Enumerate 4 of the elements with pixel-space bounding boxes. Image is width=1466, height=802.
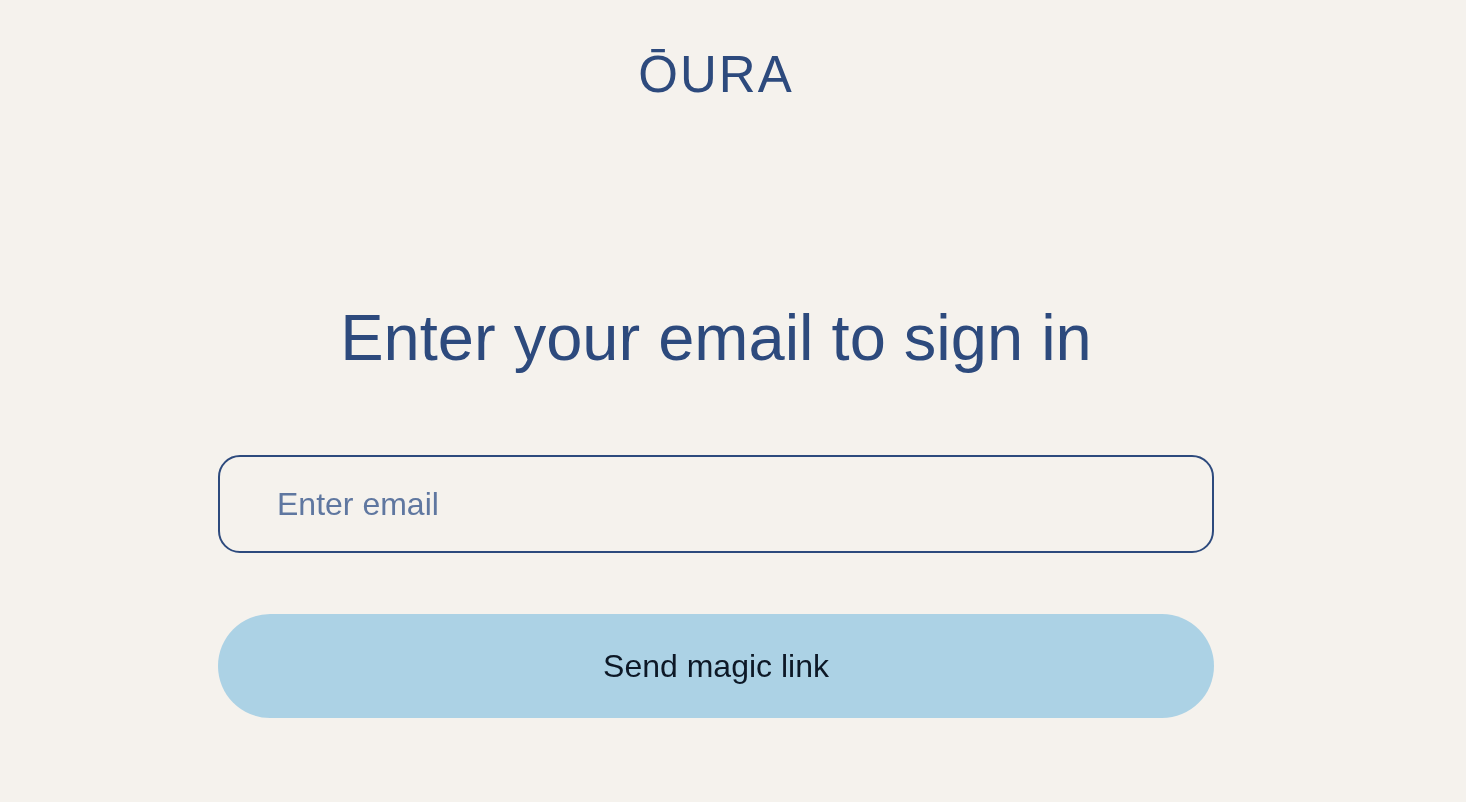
page-heading: Enter your email to sign in xyxy=(340,300,1092,376)
send-magic-link-button[interactable]: Send magic link xyxy=(218,614,1214,718)
email-field[interactable]: Enter email xyxy=(218,455,1214,553)
logo: ŌURA xyxy=(638,45,794,105)
